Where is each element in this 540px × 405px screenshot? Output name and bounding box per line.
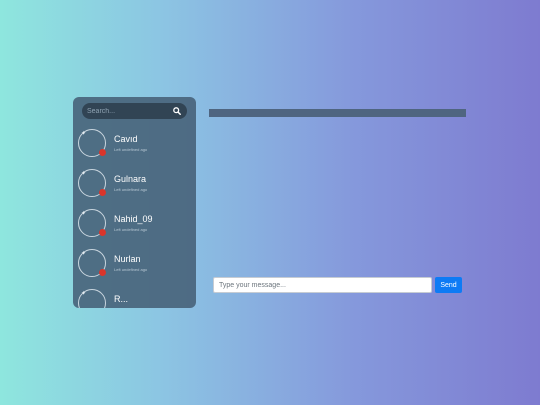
contact-last-seen: Left undefined ago bbox=[114, 267, 148, 272]
send-button[interactable]: Send bbox=[435, 277, 462, 293]
contact-last-seen: Left undefined ago bbox=[114, 187, 148, 192]
chat-header-bar bbox=[209, 109, 466, 117]
contact-last-seen: Left undefined ago bbox=[114, 227, 148, 232]
contact-item-nurlan[interactable]: ✦ Nurlan Left undefined ago bbox=[73, 245, 196, 285]
contact-item-partial[interactable]: ✦ R... bbox=[73, 285, 196, 308]
contact-name: Gulnara bbox=[114, 174, 147, 184]
status-indicator bbox=[99, 189, 106, 196]
contact-list: ✦ Cavıd Left undefined ago ✦ Gulnara Lef… bbox=[73, 125, 196, 308]
contact-name: Nurlan bbox=[114, 254, 141, 264]
sparkle-icon: ✦ bbox=[81, 211, 87, 217]
search-icon[interactable] bbox=[170, 103, 184, 119]
search-box bbox=[82, 103, 187, 119]
sparkle-icon: ✦ bbox=[81, 251, 87, 257]
contact-name: Cavıd bbox=[114, 134, 138, 144]
contact-item-gulnara[interactable]: ✦ Gulnara Left undefined ago bbox=[73, 165, 196, 205]
contact-name: R... bbox=[114, 294, 129, 304]
sparkle-icon: ✦ bbox=[81, 291, 87, 297]
avatar: ✦ bbox=[78, 289, 106, 308]
contact-item-cavid[interactable]: ✦ Cavıd Left undefined ago bbox=[73, 125, 196, 165]
contact-last-seen: Left undefined ago bbox=[114, 147, 148, 152]
sparkle-icon: ✦ bbox=[81, 171, 87, 177]
contacts-sidebar: ✦ Cavıd Left undefined ago ✦ Gulnara Lef… bbox=[73, 97, 196, 308]
status-indicator bbox=[99, 229, 106, 236]
status-indicator bbox=[99, 269, 106, 276]
search-input[interactable] bbox=[82, 103, 170, 119]
sparkle-icon: ✦ bbox=[81, 131, 87, 137]
contact-name: Nahid_09 bbox=[114, 214, 153, 224]
message-input[interactable] bbox=[213, 277, 432, 293]
status-indicator bbox=[99, 149, 106, 156]
contact-item-nahid[interactable]: ✦ Nahid_09 Left undefined ago bbox=[73, 205, 196, 245]
